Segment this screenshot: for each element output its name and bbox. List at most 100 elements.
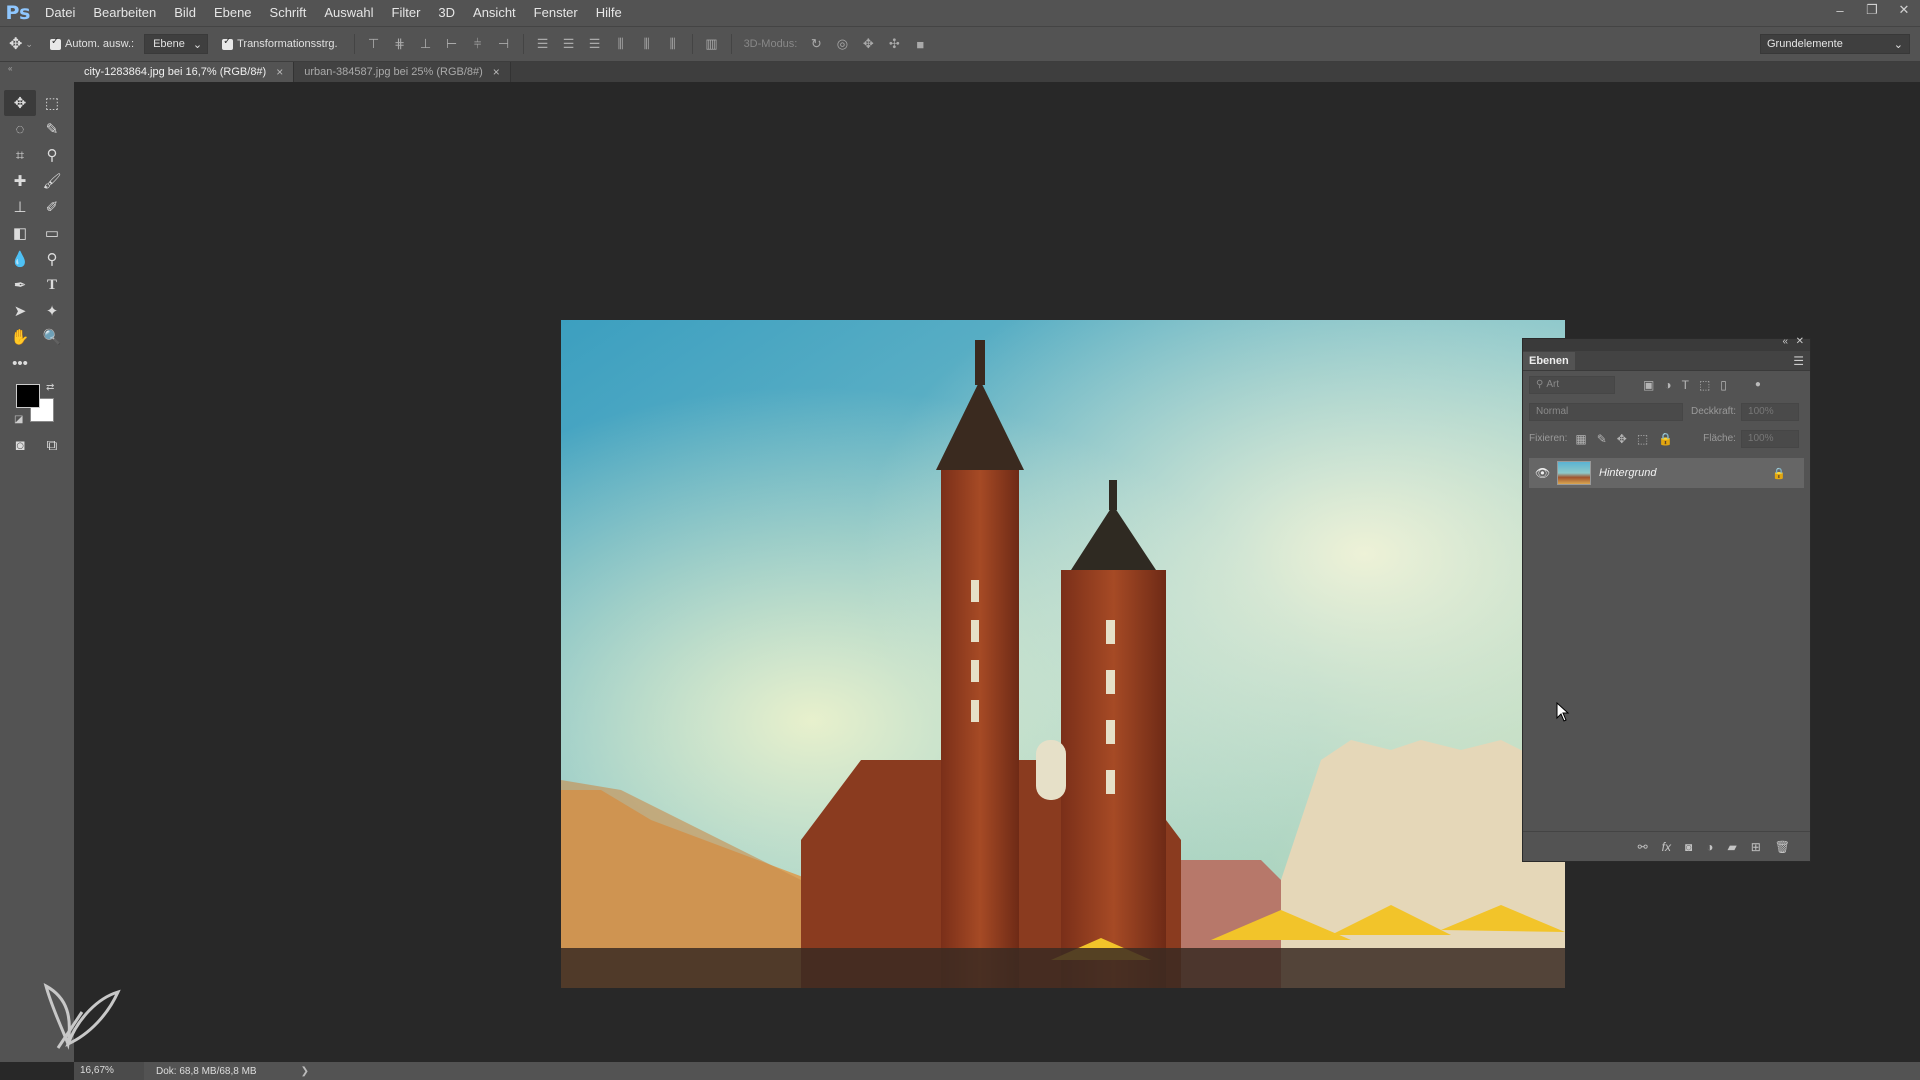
custom-shape-tool-icon[interactable]: ✦: [36, 298, 68, 324]
filter-type-icon[interactable]: T: [1682, 378, 1689, 392]
menu-hilfe[interactable]: Hilfe: [587, 0, 631, 26]
minimize-icon[interactable]: –: [1824, 0, 1856, 20]
new-layer-icon[interactable]: ⊞: [1751, 840, 1761, 854]
type-tool-icon[interactable]: T: [36, 272, 68, 298]
adjustment-layer-icon[interactable]: ◑: [1706, 840, 1713, 854]
distribute-right-icon[interactable]: ⫼: [662, 33, 684, 55]
zoom-level-field[interactable]: 16,67%: [74, 1062, 144, 1080]
menu-fenster[interactable]: Fenster: [525, 0, 587, 26]
lock-artboard-icon[interactable]: ⬚: [1637, 432, 1648, 446]
lock-all-icon[interactable]: 🔒: [1658, 432, 1673, 446]
more-tools-icon[interactable]: •••: [4, 350, 36, 376]
new-group-icon[interactable]: ▰: [1727, 840, 1736, 854]
quick-selection-tool-icon[interactable]: ✎: [36, 116, 68, 142]
menu-filter[interactable]: Filter: [383, 0, 430, 26]
menu-ebene[interactable]: Ebene: [205, 0, 261, 26]
distribute-vcenter-icon[interactable]: ☰: [558, 33, 580, 55]
workspace-dropdown[interactable]: Grundelemente ⌄: [1760, 34, 1910, 54]
filter-toggle-icon[interactable]: ●: [1755, 379, 1761, 390]
quick-mask-icon[interactable]: ◙: [4, 432, 36, 458]
distribute-left-icon[interactable]: ⫼: [610, 33, 632, 55]
opacity-field[interactable]: 100%: [1741, 402, 1800, 421]
filter-shape-icon[interactable]: ⬚: [1699, 378, 1710, 392]
foreground-color-swatch[interactable]: [16, 384, 40, 408]
filter-adjustment-icon[interactable]: ◑: [1664, 378, 1671, 392]
menu-schrift[interactable]: Schrift: [261, 0, 316, 26]
collapse-panel-icon[interactable]: «: [0, 62, 74, 73]
history-brush-tool-icon[interactable]: ✐: [36, 194, 68, 220]
document-image[interactable]: [561, 320, 1565, 988]
collapse-panel-icon[interactable]: «: [1782, 336, 1788, 347]
layer-name[interactable]: Hintergrund: [1599, 467, 1772, 479]
filter-smart-object-icon[interactable]: ▯: [1720, 378, 1727, 392]
filter-pixel-icon[interactable]: ▣: [1643, 378, 1654, 392]
blur-tool-icon[interactable]: 💧: [4, 246, 36, 272]
lasso-tool-icon[interactable]: ◌: [4, 116, 36, 142]
screen-mode-icon[interactable]: ⧉: [36, 432, 68, 458]
clone-stamp-tool-icon[interactable]: ⊥: [4, 194, 36, 220]
3d-slide-icon[interactable]: ✣: [883, 33, 905, 55]
pen-tool-icon[interactable]: ✒: [4, 272, 36, 298]
lock-position-icon[interactable]: ✥: [1617, 432, 1627, 446]
layers-panel-title[interactable]: Ebenen: [1523, 351, 1575, 370]
eraser-tool-icon[interactable]: ◧: [4, 220, 36, 246]
menu-bild[interactable]: Bild: [165, 0, 205, 26]
3d-scale-icon[interactable]: ■: [909, 33, 931, 55]
auto-align-icon[interactable]: ▥: [701, 33, 723, 55]
blend-mode-dropdown[interactable]: Normal: [1529, 402, 1683, 421]
restore-icon[interactable]: ❐: [1856, 0, 1888, 20]
brush-tool-icon[interactable]: 🖌: [36, 168, 68, 194]
move-tool-preset-icon[interactable]: ✥ ⌄: [0, 29, 42, 59]
trash-icon[interactable]: 🗑: [1775, 840, 1790, 854]
align-bottom-icon[interactable]: ⊥: [415, 33, 437, 55]
align-right-icon[interactable]: ⊣: [493, 33, 515, 55]
3d-roll-icon[interactable]: ◎: [831, 33, 853, 55]
align-top-icon[interactable]: ⊤: [363, 33, 385, 55]
fill-field[interactable]: 100%: [1740, 429, 1799, 448]
gradient-tool-icon[interactable]: ▭: [36, 220, 68, 246]
distribute-bottom-icon[interactable]: ☰: [584, 33, 606, 55]
eyedropper-tool-icon[interactable]: ⚲: [36, 142, 68, 168]
distribute-top-icon[interactable]: ☰: [532, 33, 554, 55]
auto-select-checkbox[interactable]: Autom. ausw.:: [50, 36, 134, 50]
distribute-hcenter-icon[interactable]: ⫼: [636, 33, 658, 55]
default-colors-icon[interactable]: ◪: [14, 414, 23, 425]
align-left-icon[interactable]: ⊢: [441, 33, 463, 55]
tab-city[interactable]: city-1283864.jpg bei 16,7% (RGB/8#) ×: [74, 62, 295, 82]
transform-controls-checkbox[interactable]: Transformationsstrg.: [222, 36, 338, 50]
hand-tool-icon[interactable]: ✋: [4, 324, 36, 350]
3d-orbit-icon[interactable]: ↻: [805, 33, 827, 55]
3d-pan-icon[interactable]: ✥: [857, 33, 879, 55]
align-vertical-center-icon[interactable]: ⋕: [389, 33, 411, 55]
menu-datei[interactable]: Datei: [36, 0, 84, 26]
menu-bearbeiten[interactable]: Bearbeiten: [84, 0, 165, 26]
status-menu-arrow-icon[interactable]: ❯: [301, 1066, 309, 1077]
close-window-icon[interactable]: ✕: [1888, 0, 1920, 20]
add-mask-icon[interactable]: ◙: [1685, 840, 1692, 854]
swap-colors-icon[interactable]: ⇄: [46, 382, 54, 393]
menu-3d[interactable]: 3D: [429, 0, 464, 26]
healing-brush-tool-icon[interactable]: ✚: [4, 168, 36, 194]
tab-urban[interactable]: urban-384587.jpg bei 25% (RGB/8#) ×: [294, 62, 511, 82]
crop-tool-icon[interactable]: ⌗: [4, 142, 36, 168]
close-panel-icon[interactable]: ✕: [1796, 336, 1804, 347]
eye-icon[interactable]: 👁: [1535, 466, 1551, 480]
auto-select-target-dropdown[interactable]: Ebene ⌄: [144, 34, 209, 54]
zoom-tool-icon[interactable]: 🔍: [36, 324, 68, 350]
align-horizontal-center-icon[interactable]: ⫩: [467, 33, 489, 55]
fx-icon[interactable]: fx: [1662, 840, 1671, 854]
lock-image-icon[interactable]: ✎: [1597, 432, 1607, 446]
menu-ansicht[interactable]: Ansicht: [464, 0, 525, 26]
dodge-tool-icon[interactable]: ⚲: [36, 246, 68, 272]
path-selection-tool-icon[interactable]: ➤: [4, 298, 36, 324]
lock-transparent-icon[interactable]: ▦: [1575, 432, 1586, 446]
close-icon[interactable]: ×: [493, 65, 500, 79]
marquee-tool-icon[interactable]: ⬚: [36, 90, 68, 116]
link-layers-icon[interactable]: ⚯: [1638, 840, 1648, 854]
panel-menu-icon[interactable]: ☰: [1793, 354, 1804, 368]
move-tool-icon[interactable]: ✥: [4, 90, 36, 116]
layer-filter-dropdown[interactable]: ⚲ Art: [1529, 375, 1615, 394]
close-icon[interactable]: ×: [276, 65, 283, 79]
menu-auswahl[interactable]: Auswahl: [315, 0, 382, 26]
layer-row[interactable]: 👁 Hintergrund 🔒: [1529, 458, 1804, 488]
